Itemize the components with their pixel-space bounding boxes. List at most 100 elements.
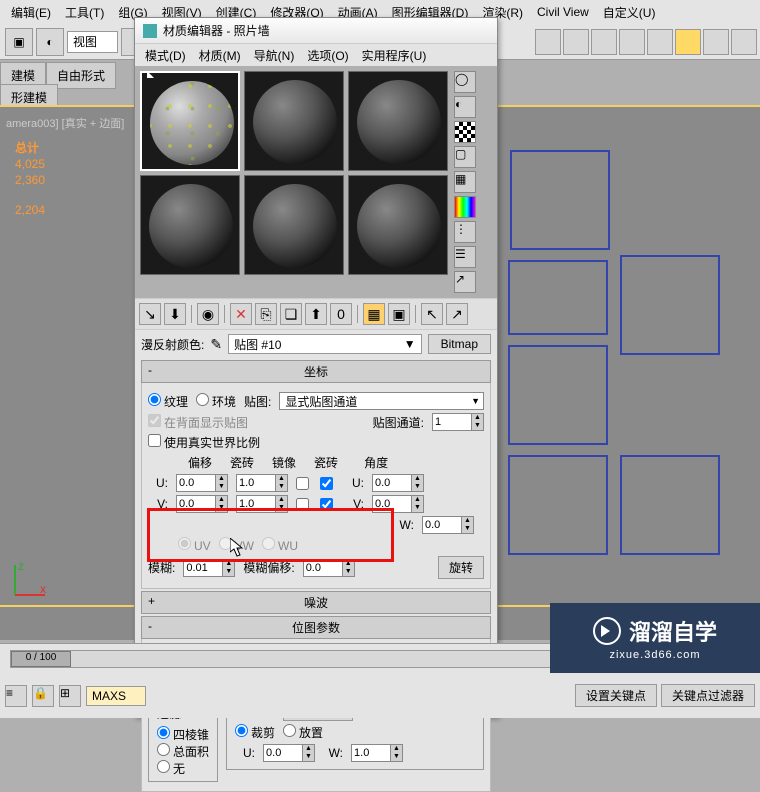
status-btn-3[interactable]: ⊞	[59, 685, 81, 707]
go-forward-icon[interactable]: ↗	[446, 303, 468, 325]
copy-icon[interactable]: ⎘	[255, 303, 277, 325]
material-name-field[interactable]: 贴图 #10▼	[228, 334, 422, 354]
reset-icon[interactable]: ✕	[230, 303, 252, 325]
material-type-button[interactable]: Bitmap	[428, 334, 491, 354]
show-map-icon[interactable]: ▦	[363, 303, 385, 325]
preview-icon[interactable]	[454, 196, 476, 218]
v-angle-spinner[interactable]: ▲▼	[372, 495, 424, 513]
rbtn-teapot[interactable]	[675, 29, 701, 55]
scene-object-5[interactable]	[508, 455, 608, 555]
scene-object-3[interactable]	[508, 260, 608, 335]
backlight-icon[interactable]: ◐	[454, 96, 476, 118]
make-unique-icon[interactable]: ❏	[280, 303, 302, 325]
sample-slot-2[interactable]	[244, 71, 344, 171]
rotate-button[interactable]: 旋转	[438, 556, 484, 579]
menu-edit[interactable]: 编辑(E)	[5, 2, 57, 23]
menu-tools[interactable]: 工具(T)	[59, 2, 110, 23]
sample-slot-1[interactable]	[140, 71, 240, 171]
assign-icon[interactable]: ◉	[197, 303, 219, 325]
u-offset-spinner[interactable]: ▲▼	[176, 474, 228, 492]
radio-uv[interactable]: UV	[178, 537, 211, 553]
rbtn-7[interactable]	[731, 29, 757, 55]
rbtn-4[interactable]	[619, 29, 645, 55]
u-tiling-spinner[interactable]: ▲▼	[236, 474, 288, 492]
map-channel-spinner[interactable]: ▲▼	[432, 413, 484, 431]
maxscript-input[interactable]	[86, 686, 146, 706]
blur-offset-spinner[interactable]: ▲▼	[303, 559, 355, 577]
u-tile-check[interactable]	[320, 477, 333, 490]
sample-type-icon[interactable]: ◯	[454, 71, 476, 93]
v-offset-spinner[interactable]: ▲▼	[176, 495, 228, 513]
sample-slot-6[interactable]	[348, 175, 448, 275]
check-show-back[interactable]: 在背面显示贴图	[148, 414, 248, 431]
rbtn-5[interactable]	[647, 29, 673, 55]
rbtn-6[interactable]	[703, 29, 729, 55]
scene-object-4[interactable]	[508, 345, 608, 445]
radio-environ[interactable]: 环境	[196, 393, 236, 410]
check-real-world[interactable]: 使用真实世界比例	[148, 434, 260, 451]
watermark-play-icon	[593, 617, 621, 645]
show-end-icon[interactable]: ▣	[388, 303, 410, 325]
u-angle-spinner[interactable]: ▲▼	[372, 474, 424, 492]
status-btn-2[interactable]: 🔒	[32, 685, 54, 707]
menu-customize[interactable]: 自定义(U)	[597, 2, 662, 23]
v-tile-check[interactable]	[320, 498, 333, 511]
options-icon[interactable]: ⋮	[454, 221, 476, 243]
radio-none[interactable]: 无	[157, 760, 209, 777]
me-menu-material[interactable]: 材质(M)	[194, 45, 246, 66]
scene-object-6[interactable]	[620, 455, 720, 555]
mat-id-icon[interactable]: 0	[330, 303, 352, 325]
sample-slot-4[interactable]	[140, 175, 240, 275]
radio-place[interactable]: 放置	[283, 724, 323, 741]
toolbar-btn-1[interactable]: ▣	[5, 28, 33, 56]
status-bar: ≡ 🔒 ⊞ 设置关键点 关键点过滤器	[0, 673, 760, 718]
crop-w-spinner[interactable]: ▲▼	[351, 744, 403, 762]
select-by-mat-icon[interactable]: ☰	[454, 246, 476, 268]
status-btn-1[interactable]: ≡	[5, 685, 27, 707]
toolbar-btn-2[interactable]: ◐	[36, 28, 64, 56]
set-key-button[interactable]: 设置关键点	[575, 684, 657, 707]
w-angle-spinner[interactable]: ▲▼	[422, 516, 474, 534]
mat-map-nav-icon[interactable]: ↗	[454, 271, 476, 293]
radio-summed[interactable]: 总面积	[157, 743, 209, 760]
me-menu-navigate[interactable]: 导航(N)	[249, 45, 300, 66]
sample-uv-icon[interactable]: ▢	[454, 146, 476, 168]
mapping-dropdown[interactable]: 显式贴图通道	[279, 392, 484, 410]
rollout-bitmap-header[interactable]: -位图参数	[141, 616, 491, 639]
rbtn-3[interactable]	[591, 29, 617, 55]
key-filter-button[interactable]: 关键点过滤器	[661, 684, 755, 707]
sample-slot-3[interactable]	[348, 71, 448, 171]
me-menu-options[interactable]: 选项(O)	[302, 45, 353, 66]
rbtn-2[interactable]	[563, 29, 589, 55]
me-menu-utilities[interactable]: 实用程序(U)	[357, 45, 432, 66]
scene-object-2[interactable]	[620, 255, 720, 355]
radio-crop[interactable]: 裁剪	[235, 724, 275, 741]
video-check-icon[interactable]: ▦	[454, 171, 476, 193]
rollout-coords-header[interactable]: -坐标	[141, 360, 491, 383]
background-icon[interactable]	[454, 121, 476, 143]
put-to-scene-icon[interactable]: ⬇	[164, 303, 186, 325]
menu-civil-view[interactable]: Civil View	[531, 3, 595, 21]
eyedropper-icon[interactable]: ✎	[210, 336, 222, 353]
get-material-icon[interactable]: ↘	[139, 303, 161, 325]
view-dropdown[interactable]: 视图	[67, 31, 118, 53]
radio-texture[interactable]: 纹理	[148, 393, 188, 410]
blur-spinner[interactable]: ▲▼	[183, 559, 235, 577]
go-parent-icon[interactable]: ↖	[421, 303, 443, 325]
viewport-label: amera003] [真实 + 边面]	[6, 115, 124, 131]
radio-pyramidal[interactable]: 四棱锥	[157, 726, 209, 743]
put-to-lib-icon[interactable]: ⬆	[305, 303, 327, 325]
scene-object-1[interactable]	[510, 150, 610, 250]
me-menu-modes[interactable]: 模式(D)	[140, 45, 191, 66]
crop-u-label: U:	[235, 746, 255, 760]
material-editor-titlebar[interactable]: 材质编辑器 - 照片墙	[135, 18, 497, 44]
rollout-noise-header[interactable]: +噪波	[141, 591, 491, 614]
crop-u-spinner[interactable]: ▲▼	[263, 744, 315, 762]
rbtn-1[interactable]	[535, 29, 561, 55]
u-mirror-check[interactable]	[296, 477, 309, 490]
v-tiling-spinner[interactable]: ▲▼	[236, 495, 288, 513]
radio-wu[interactable]: WU	[262, 537, 298, 553]
sample-slot-5[interactable]	[244, 175, 344, 275]
time-slider-handle[interactable]: 0 / 100	[11, 651, 71, 667]
v-mirror-check[interactable]	[296, 498, 309, 511]
